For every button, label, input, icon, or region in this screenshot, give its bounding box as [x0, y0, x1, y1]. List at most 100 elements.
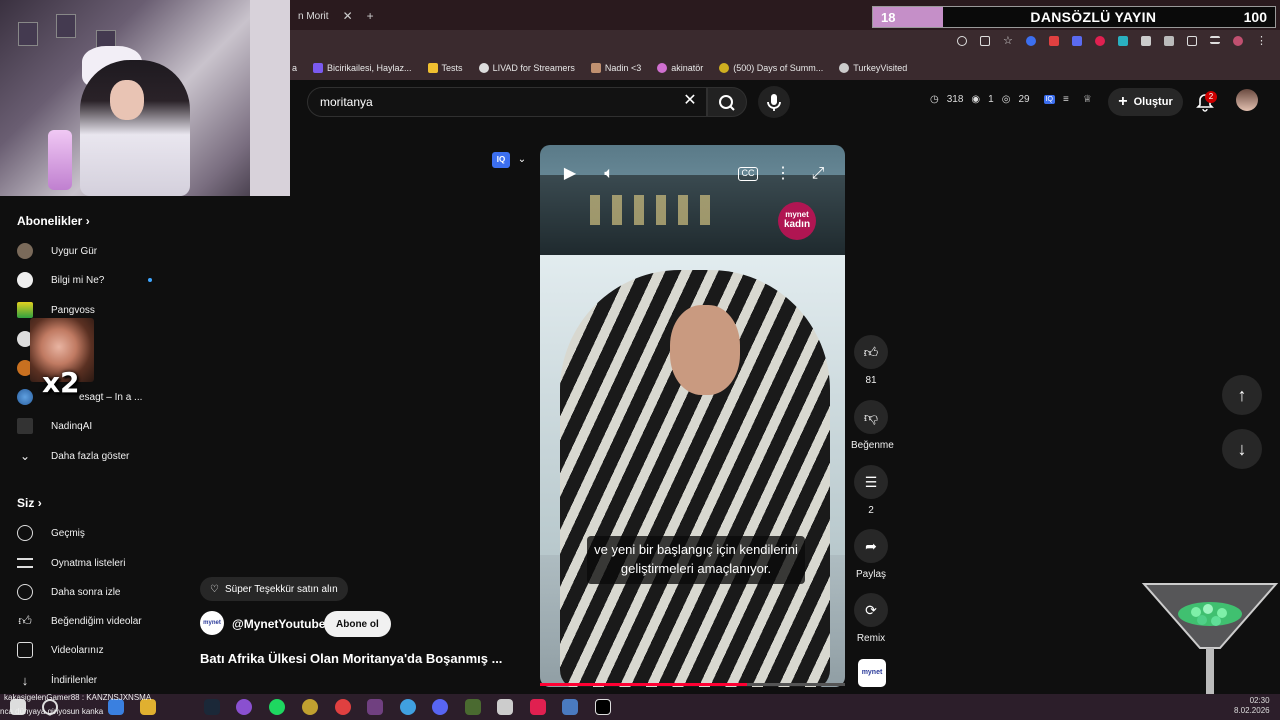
- bookmark[interactable]: Tests: [427, 63, 463, 73]
- close-tab-icon[interactable]: ✕: [343, 9, 353, 23]
- sidebar-item-channel[interactable]: esagt – In a ...: [17, 387, 177, 407]
- remix-icon[interactable]: ⟳: [854, 593, 888, 627]
- tiktok-icon[interactable]: [595, 699, 611, 715]
- extension-icon[interactable]: [1118, 36, 1128, 46]
- iq-extension-icon[interactable]: IQ: [1043, 95, 1055, 104]
- app-icon[interactable]: [302, 699, 318, 715]
- subscriptions-heading[interactable]: Abonelikler ›: [17, 214, 90, 228]
- meme-multiplier: x2: [42, 366, 80, 399]
- arrow-up-icon: ↑: [1237, 385, 1247, 405]
- extension-icon[interactable]: [1026, 36, 1036, 46]
- profile-icon[interactable]: [1233, 36, 1243, 46]
- chrome-icon[interactable]: [335, 699, 351, 715]
- account-avatar[interactable]: [1236, 89, 1258, 111]
- extension-icon[interactable]: [1141, 36, 1151, 46]
- bookmark[interactable]: Bicirikailesi, Haylaz...: [313, 63, 412, 73]
- super-thanks-button[interactable]: ♡ Süper Teşekkür satın alın: [200, 577, 348, 601]
- chevron-down-icon[interactable]: ⌄: [512, 150, 532, 170]
- minecraft-icon[interactable]: [465, 699, 481, 715]
- channel-handle[interactable]: @MynetYoutube: [232, 617, 325, 631]
- app-icon[interactable]: [562, 699, 578, 715]
- sidebar-item-watch-later[interactable]: Daha sonra izle: [17, 582, 177, 602]
- sidebar-item-history[interactable]: Geçmiş: [17, 523, 177, 543]
- sidebar-item-downloads[interactable]: ↓ İndirilenler: [17, 670, 177, 690]
- dislike-action[interactable]: 👎︎ Beğenme: [851, 400, 894, 451]
- play-icon[interactable]: ▶: [560, 164, 580, 184]
- sidebar-item-your-videos[interactable]: Videolarınız: [17, 640, 177, 660]
- channel-avatar[interactable]: mynet: [200, 611, 224, 635]
- chevron-right-icon: ›: [85, 214, 90, 228]
- webcam-overlay: [0, 0, 290, 196]
- extension-icon[interactable]: [1049, 36, 1059, 46]
- bookmark[interactable]: akinatör: [657, 63, 703, 73]
- bookmark[interactable]: (500) Days of Summ...: [719, 63, 823, 73]
- remix-action[interactable]: ⟳ Remix: [851, 593, 891, 644]
- bookmark[interactable]: Nadin <3: [590, 63, 641, 73]
- share-icon[interactable]: ➦: [854, 529, 888, 563]
- stream-goal-banner: 18 DANSÖZLÜ YAYIN 100: [872, 6, 1276, 28]
- create-button[interactable]: + Oluştur: [1108, 88, 1183, 116]
- comments-action[interactable]: ☰ 2: [851, 465, 891, 516]
- system-clock[interactable]: 02:30 8.02.2026: [1234, 696, 1270, 716]
- more-vert-icon[interactable]: ⋮: [773, 164, 793, 184]
- thumbs-down-icon[interactable]: 👎︎: [854, 400, 888, 434]
- bookmark[interactable]: LIVAD for Streamers: [478, 63, 575, 73]
- channel-thumbnail[interactable]: mynet: [858, 659, 886, 687]
- globe-icon: [17, 389, 33, 405]
- iq-extension-button[interactable]: IQ: [492, 152, 510, 168]
- browser-tab[interactable]: n Morit ✕ +: [290, 4, 382, 28]
- sidebar-item-bilgi-mi-ne[interactable]: Bilgi mi Ne?: [17, 270, 177, 290]
- subscribe-button[interactable]: Abone ol: [324, 611, 391, 637]
- comment-icon[interactable]: ☰: [854, 465, 888, 499]
- install-icon[interactable]: [980, 36, 990, 46]
- menu-lines-icon[interactable]: [1210, 36, 1220, 44]
- spotify-icon[interactable]: [269, 699, 285, 715]
- app-icon[interactable]: [367, 699, 383, 715]
- bookmark[interactable]: TurkeyVisited: [839, 63, 907, 73]
- clear-search-icon[interactable]: ✕: [680, 91, 700, 111]
- search-input[interactable]: moritanya: [307, 87, 707, 117]
- trophy-icon[interactable]: ♕: [1083, 94, 1092, 105]
- extension-icon[interactable]: [1164, 36, 1174, 46]
- previous-short-button[interactable]: ↑: [1222, 375, 1262, 415]
- share-action[interactable]: ➦ Paylaş: [851, 529, 891, 580]
- fullscreen-icon[interactable]: ⤢: [808, 164, 828, 184]
- show-more-button[interactable]: ⌄ Daha fazla göster: [17, 446, 177, 466]
- voice-search-button[interactable]: [758, 86, 790, 118]
- more-vert-icon[interactable]: ⋮: [1256, 36, 1267, 47]
- extension-stats: ◷ 318 ◉ 1 ◎ 29 IQ ≡ ♕: [930, 94, 1092, 105]
- volume-icon[interactable]: 🔈︎: [599, 164, 619, 184]
- next-short-button[interactable]: ↓: [1222, 429, 1262, 469]
- app-icon[interactable]: [497, 699, 513, 715]
- sidebar-item-pangvoss[interactable]: Pangvoss: [17, 300, 177, 320]
- video-icon: [17, 642, 33, 658]
- app-icon[interactable]: [530, 699, 546, 715]
- sidebar-item-nadinqai[interactable]: NadinqAI: [17, 416, 177, 436]
- mynet-kadin-logo: mynet kadın: [778, 202, 816, 240]
- extension-icon[interactable]: [1072, 36, 1082, 46]
- search-button[interactable]: [707, 87, 747, 117]
- app-icon[interactable]: [400, 699, 416, 715]
- captions-icon[interactable]: CC: [738, 167, 758, 181]
- like-action[interactable]: 👍︎ 81: [851, 335, 891, 386]
- zoom-icon[interactable]: [957, 36, 967, 46]
- search-icon: [719, 95, 735, 111]
- list-icon[interactable]: ≡: [1063, 94, 1069, 105]
- new-content-dot: [148, 278, 153, 282]
- app-icon[interactable]: [236, 699, 252, 715]
- search-value: moritanya: [320, 95, 373, 109]
- chevron-right-icon: ›: [37, 496, 42, 510]
- star-icon[interactable]: ☆: [1003, 36, 1013, 47]
- sidebar-item-liked-videos[interactable]: 👍︎ Beğendiğim videolar: [17, 611, 177, 631]
- puzzle-icon[interactable]: [1187, 36, 1197, 46]
- steam-icon[interactable]: [204, 699, 220, 715]
- sidebar-item-uygur-gur[interactable]: Uygur Gür: [17, 241, 177, 261]
- you-heading[interactable]: Siz ›: [17, 496, 42, 510]
- bookmark[interactable]: a: [292, 63, 297, 73]
- discord-icon[interactable]: [432, 699, 448, 715]
- sidebar-item-playlists[interactable]: Oynatma listeleri: [17, 553, 177, 573]
- video-title[interactable]: Batı Afrika Ülkesi Olan Moritanya'da Boş…: [200, 651, 502, 666]
- extension-icon[interactable]: [1095, 36, 1105, 46]
- new-tab-icon[interactable]: +: [367, 9, 374, 23]
- thumbs-up-icon[interactable]: 👍︎: [854, 335, 888, 369]
